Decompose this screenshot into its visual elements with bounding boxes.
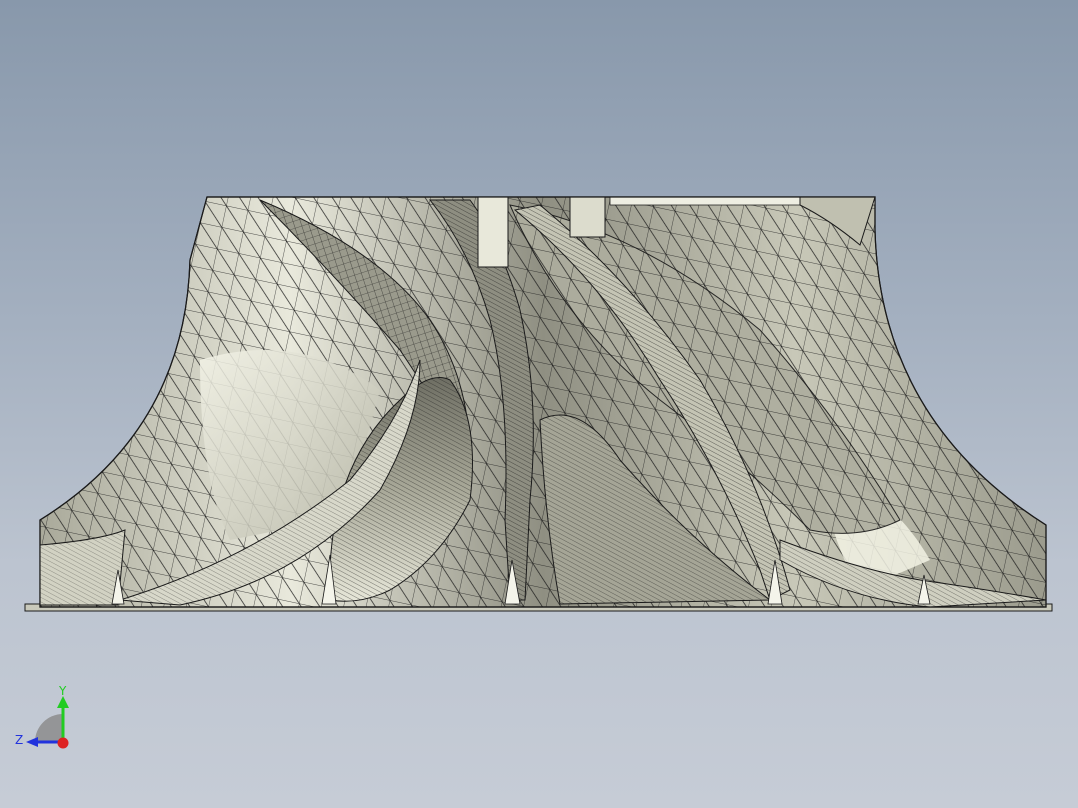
triad-y-label: Y xyxy=(58,684,67,698)
graphics-viewport[interactable]: Y Z xyxy=(0,0,1078,808)
impeller-body xyxy=(39,196,1047,608)
orientation-triad: Y Z xyxy=(15,684,69,749)
hub-column-left xyxy=(477,197,509,268)
impeller-model[interactable] xyxy=(0,0,1078,808)
x-axis-dot-icon xyxy=(57,737,69,749)
triad-arc-icon xyxy=(35,714,63,742)
triad-z-label: Z xyxy=(15,733,23,747)
